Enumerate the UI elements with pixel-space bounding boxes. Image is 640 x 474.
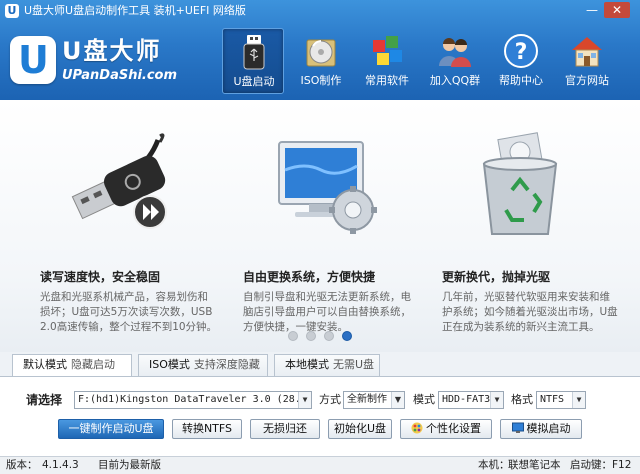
- carousel-dot-3[interactable]: [324, 331, 334, 341]
- palette-icon: [411, 422, 423, 434]
- logo-letter: U: [18, 38, 49, 82]
- method-label: 方式: [319, 393, 341, 406]
- make-boot-usb-button[interactable]: 一键制作启动U盘: [58, 419, 164, 439]
- header: U U盘大师U盘启动制作工具 装机+UEFI 网络版 — ✕ U U盘大师 UP…: [0, 0, 640, 100]
- simulate-label: 模拟启动: [526, 422, 571, 435]
- window-title: U盘大师U盘启动制作工具 装机+UEFI 网络版: [24, 4, 246, 17]
- help-icon: ?: [504, 34, 538, 68]
- feature-carousel: 读写速度快，安全稳固 光盘和光驱系机械产品，容易划伤和损坏；U盘可达5万次读写次…: [0, 100, 640, 352]
- chevron-down-icon: ▼: [298, 392, 311, 408]
- nav-label: 加入QQ群: [429, 74, 481, 87]
- home-icon: [572, 37, 602, 67]
- tab-label: 默认模式: [23, 358, 67, 371]
- blocks-icon: [373, 36, 402, 65]
- control-panel: 请选择 F:(hd1)Kingston DataTraveler 3.0 (28…: [0, 376, 640, 456]
- monitor-icon: [511, 422, 524, 433]
- hotkey-value: F12: [612, 459, 632, 471]
- nav-iso[interactable]: ISO制作: [290, 28, 352, 94]
- personalize-button[interactable]: 个性化设置: [400, 419, 492, 439]
- nav-label: 帮助中心: [499, 74, 543, 87]
- feature-title: 读写速度快，安全稳固: [40, 270, 161, 284]
- method-value: 全新制作: [347, 394, 387, 405]
- app-icon: U: [5, 4, 19, 18]
- init-usb-button[interactable]: 初始化U盘: [328, 419, 392, 439]
- chevron-down-icon: ▼: [572, 392, 585, 408]
- users-icon: [439, 38, 471, 67]
- recycle-bin-icon: [482, 132, 558, 235]
- tab-sub-label: 支持深度隐藏: [193, 358, 260, 371]
- lossless-restore-button[interactable]: 无损归还: [250, 419, 320, 439]
- tab-label: 本地模式: [285, 358, 329, 371]
- nav-software[interactable]: 常用软件: [356, 28, 418, 94]
- mode-select[interactable]: HDD-FAT32 ▼: [438, 391, 504, 409]
- tab-iso-mode[interactable]: ISO模式 支持深度隐藏: [138, 354, 268, 376]
- tab-default-mode[interactable]: 默认模式 隐藏启动: [12, 354, 132, 377]
- feature-desc: 光盘和光驱系机械产品，容易划伤和损坏；U盘可达5万次读写次数，USB 2.0高速…: [40, 291, 218, 333]
- simulate-boot-button[interactable]: 模拟启动: [500, 419, 582, 439]
- feature-title: 更新换代，抛掉光驱: [442, 270, 551, 284]
- personalize-label: 个性化设置: [426, 422, 481, 435]
- usb-drive-icon: [243, 35, 265, 70]
- nav-official-site[interactable]: 官方网站: [556, 28, 618, 94]
- brand-logo: U: [10, 36, 56, 84]
- carousel-dot-4[interactable]: [342, 331, 352, 341]
- device-value: F:(hd1)Kingston DataTraveler 3.0 (28.9G): [78, 394, 312, 405]
- tab-local-mode[interactable]: 本地模式 无需U盘: [274, 354, 380, 376]
- device-select[interactable]: F:(hd1)Kingston DataTraveler 3.0 (28.9G)…: [74, 391, 312, 409]
- version-value: 4.1.4.3: [42, 459, 79, 471]
- feature-desc: 几年前，光驱替代软驱用来安装和维护系统；如今随着光驱淡出市场，U盘正在成为装系统…: [442, 291, 618, 333]
- title-bar: U U盘大师U盘启动制作工具 装机+UEFI 网络版 — ✕: [0, 0, 640, 22]
- nav-qq-group[interactable]: 加入QQ群: [424, 28, 486, 94]
- machine-label: 本机：: [478, 459, 510, 471]
- close-button[interactable]: ✕: [604, 2, 630, 18]
- version-label: 版本：: [6, 459, 38, 471]
- device-select-label: 请选择: [26, 393, 63, 407]
- tab-sub-label: 隐藏启动: [71, 358, 115, 371]
- feature-desc: 自制引导盘和光驱无法更新系统，电脑店引导盘用户可以自由替换系统，方便快捷，一键安…: [243, 291, 411, 333]
- usb-cable-icon: [71, 133, 167, 229]
- carousel-dot-1[interactable]: [288, 331, 298, 341]
- monitor-gear-icon: [278, 141, 377, 234]
- status-bar: 版本： 4.1.4.3 目前为最新版 本机： 联想笔记本 启动键： F12: [0, 456, 640, 474]
- brand-url: UPanDaShi.com: [62, 68, 178, 83]
- convert-ntfs-button[interactable]: 转换NTFS: [172, 419, 242, 439]
- feature-title: 自由更换系统，方便快捷: [243, 270, 376, 284]
- format-label: 格式: [511, 393, 533, 406]
- format-select[interactable]: NTFS ▼: [536, 391, 586, 409]
- svg-text:?: ?: [515, 40, 528, 65]
- mode-label: 模式: [413, 393, 435, 406]
- tab-label: ISO模式: [149, 358, 190, 371]
- machine-value: 联想笔记本: [508, 459, 561, 471]
- nav-help[interactable]: ? 帮助中心: [490, 28, 552, 94]
- method-select[interactable]: 全新制作 ▼: [343, 391, 405, 409]
- brand-name: U盘大师: [62, 37, 162, 65]
- nav-label: ISO制作: [300, 74, 342, 87]
- update-status: 目前为最新版: [98, 459, 161, 471]
- chevron-down-icon: ▼: [391, 392, 404, 408]
- carousel-dot-2[interactable]: [306, 331, 316, 341]
- disc-folder-icon: [306, 39, 336, 67]
- hotkey-label: 启动键：: [570, 459, 612, 471]
- chevron-down-icon: ▼: [490, 392, 503, 408]
- carousel-dots: [288, 331, 358, 343]
- mode-tabs: 默认模式 隐藏启动 ISO模式 支持深度隐藏 本地模式 无需U盘: [0, 352, 640, 377]
- minimize-button[interactable]: —: [583, 2, 601, 18]
- nav-label: 常用软件: [365, 74, 409, 87]
- tab-sub-label: 无需U盘: [333, 358, 375, 371]
- mode-value: HDD-FAT32: [442, 394, 497, 405]
- nav-usb-boot[interactable]: U盘启动: [222, 28, 284, 94]
- nav-label: 官方网站: [565, 74, 609, 87]
- nav-label: U盘启动: [233, 75, 275, 88]
- format-value: NTFS: [540, 394, 565, 405]
